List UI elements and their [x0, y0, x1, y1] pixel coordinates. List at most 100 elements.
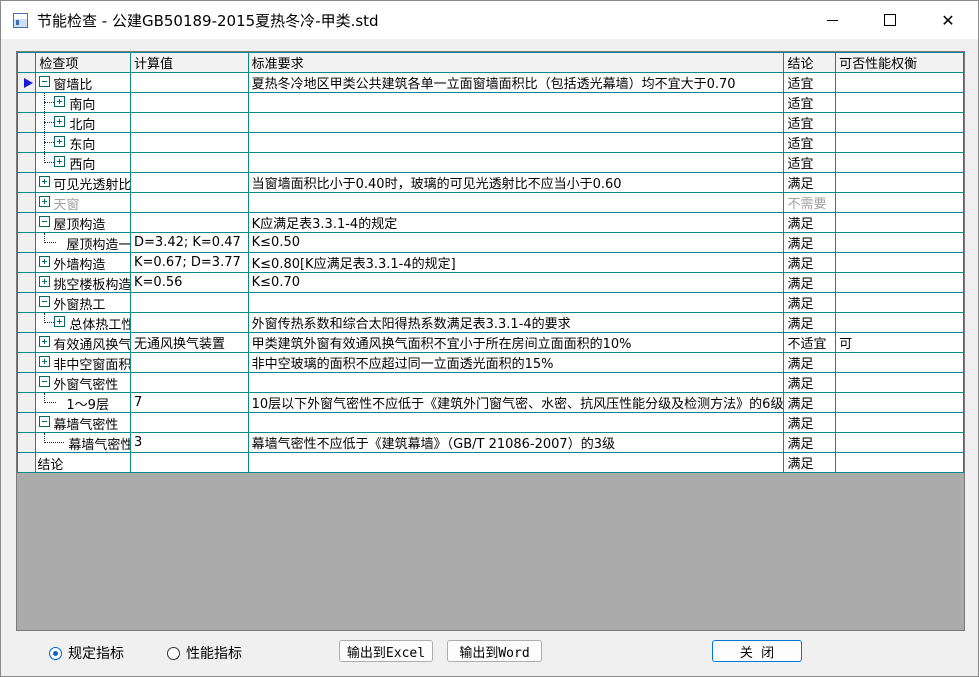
cell-result[interactable]: 满足: [783, 252, 837, 273]
cell-result[interactable]: 满足: [783, 292, 837, 313]
row-indicator[interactable]: [17, 352, 37, 373]
cell-result[interactable]: 满足: [783, 452, 837, 473]
cell-calc[interactable]: [130, 172, 249, 193]
maximize-button[interactable]: [861, 1, 919, 39]
table-row[interactable]: 挑空楼板构造 K=0.56 K≤0.70 满足: [17, 272, 964, 293]
row-indicator[interactable]: [17, 232, 37, 253]
export-excel-button[interactable]: 输出到Excel: [339, 640, 433, 662]
expand-icon[interactable]: [39, 176, 51, 187]
expand-icon[interactable]: [39, 196, 51, 207]
table-row[interactable]: 幕墙气密性 3 幕墙气密性不应低于《建筑幕墙》（GB/T 21086-2007）的3…: [17, 432, 964, 453]
collapse-icon[interactable]: [39, 376, 51, 387]
table-row[interactable]: 外窗气密性 满足: [17, 372, 964, 393]
cell-tradeoff[interactable]: [835, 212, 964, 233]
cell-requirement[interactable]: 10层以下外窗气密性不应低于《建筑外门窗气密、水密、抗风压性能分级及检测方法》的…: [247, 392, 785, 413]
expand-icon[interactable]: [39, 356, 51, 367]
cell-item[interactable]: 东向: [35, 132, 132, 153]
cell-tradeoff[interactable]: [835, 352, 964, 373]
radio-prescriptive[interactable]: 规定指标: [49, 643, 124, 663]
cell-item[interactable]: 外窗气密性: [35, 372, 132, 393]
cell-item[interactable]: 南向: [35, 92, 132, 113]
table-row[interactable]: 1～9层 7 10层以下外窗气密性不应低于《建筑外门窗气密、水密、抗风压性能分级及检…: [17, 392, 964, 413]
row-indicator[interactable]: [17, 212, 37, 233]
collapse-icon[interactable]: [39, 416, 51, 427]
cell-tradeoff[interactable]: [835, 412, 964, 433]
cell-requirement[interactable]: [247, 132, 785, 153]
row-indicator[interactable]: [17, 292, 37, 313]
cell-calc[interactable]: 7: [130, 392, 249, 413]
cell-requirement[interactable]: [247, 152, 785, 173]
close-window-button[interactable]: ✕: [919, 1, 977, 39]
cell-tradeoff[interactable]: [835, 132, 964, 153]
cell-item[interactable]: 外墙构造: [35, 252, 132, 273]
row-indicator[interactable]: [17, 132, 37, 153]
cell-calc[interactable]: [130, 452, 249, 473]
cell-tradeoff[interactable]: [835, 152, 964, 173]
table-row[interactable]: 外窗热工 满足: [17, 292, 964, 313]
row-indicator[interactable]: [17, 72, 37, 93]
cell-result[interactable]: 适宜: [783, 132, 837, 153]
cell-result[interactable]: 满足: [783, 312, 837, 333]
cell-requirement[interactable]: K≤0.80[K应满足表3.3.1-4的规定]: [247, 252, 785, 273]
cell-tradeoff[interactable]: [835, 452, 964, 473]
cell-item[interactable]: 北向: [35, 112, 132, 133]
table-row[interactable]: 屋顶构造一 D=3.42; K=0.47 K≤0.50 满足: [17, 232, 964, 253]
cell-calc[interactable]: [130, 312, 249, 333]
column-header-tradeoff[interactable]: 可否性能权衡: [835, 52, 964, 73]
collapse-icon[interactable]: [39, 216, 51, 227]
cell-calc[interactable]: [130, 292, 249, 313]
cell-calc[interactable]: [130, 72, 249, 93]
minimize-button[interactable]: [803, 1, 861, 39]
cell-requirement[interactable]: 夏热冬冷地区甲类公共建筑各单一立面窗墙面积比（包括透光幕墙）均不宜大于0.70: [247, 72, 785, 93]
cell-item[interactable]: 幕墙气密性: [35, 412, 132, 433]
column-header-item[interactable]: 检查项: [35, 52, 132, 73]
cell-requirement[interactable]: [247, 412, 785, 433]
cell-result[interactable]: 适宜: [783, 72, 837, 93]
table-row[interactable]: 有效通风换气面积无通风换气装置甲类建筑外窗有效通风换气面积不宜小于所在房间立面面…: [17, 332, 964, 353]
cell-calc[interactable]: [130, 92, 249, 113]
radio-performance[interactable]: 性能指标: [167, 643, 242, 663]
expand-icon[interactable]: [54, 116, 66, 127]
cell-item[interactable]: 总体热工性能: [35, 312, 132, 333]
cell-tradeoff[interactable]: [835, 92, 964, 113]
row-indicator[interactable]: [17, 412, 37, 433]
row-indicator[interactable]: [17, 252, 37, 273]
row-indicator[interactable]: [17, 112, 37, 133]
cell-item[interactable]: 1～9层: [35, 392, 132, 413]
expand-icon[interactable]: [39, 336, 51, 347]
cell-calc[interactable]: K=0.56: [130, 272, 249, 293]
cell-result[interactable]: 适宜: [783, 152, 837, 173]
table-row[interactable]: 天窗 不需要: [17, 192, 964, 213]
column-header-calc[interactable]: 计算值: [130, 52, 249, 73]
cell-tradeoff[interactable]: [835, 272, 964, 293]
row-indicator[interactable]: [17, 272, 37, 293]
cell-result[interactable]: 适宜: [783, 92, 837, 113]
column-header-requirement[interactable]: 标准要求: [247, 52, 785, 73]
table-row[interactable]: 屋顶构造 K应满足表3.3.1-4的规定 满足: [17, 212, 964, 233]
row-indicator[interactable]: [17, 432, 37, 453]
table-row[interactable]: 总体热工性能 外窗传热系数和综合太阳得热系数满足表3.3.1-4的要求满足: [17, 312, 964, 333]
cell-result[interactable]: 满足: [783, 272, 837, 293]
cell-result[interactable]: 满足: [783, 432, 837, 453]
row-indicator[interactable]: [17, 332, 37, 353]
table-row[interactable]: 可见光透射比 当窗墙面积比小于0.40时，玻璃的可见光透射比不应当小于0.60 满足: [17, 172, 964, 193]
cell-requirement[interactable]: K≤0.50: [247, 232, 785, 253]
collapse-icon[interactable]: [39, 76, 51, 87]
row-indicator[interactable]: [17, 372, 37, 393]
row-indicator[interactable]: [17, 452, 37, 473]
cell-result[interactable]: 不需要: [783, 192, 837, 213]
table-row[interactable]: 南向 适宜: [17, 92, 964, 113]
cell-requirement[interactable]: 非中空玻璃的面积不应超过同一立面透光面积的15%: [247, 352, 785, 373]
table-row[interactable]: 东向 适宜: [17, 132, 964, 153]
cell-calc[interactable]: 3: [130, 432, 249, 453]
row-indicator[interactable]: [17, 312, 37, 333]
row-indicator[interactable]: [17, 152, 37, 173]
cell-requirement[interactable]: [247, 192, 785, 213]
cell-item[interactable]: 外窗热工: [35, 292, 132, 313]
cell-requirement[interactable]: 幕墙气密性不应低于《建筑幕墙》（GB/T 21086-2007）的3级: [247, 432, 785, 453]
cell-tradeoff[interactable]: [835, 432, 964, 453]
row-indicator[interactable]: [17, 192, 37, 213]
cell-calc[interactable]: [130, 352, 249, 373]
expand-icon[interactable]: [39, 256, 51, 267]
cell-calc[interactable]: [130, 132, 249, 153]
